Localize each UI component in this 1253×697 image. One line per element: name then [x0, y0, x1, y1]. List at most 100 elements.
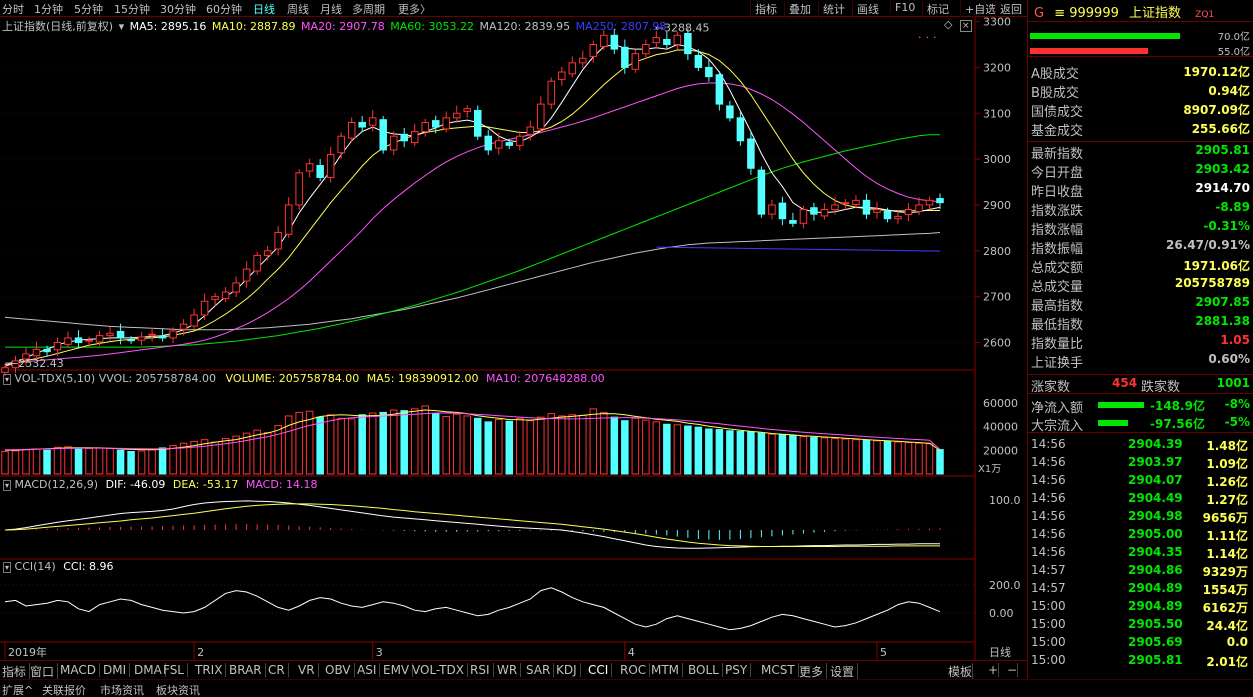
diamond-icon[interactable]: ◇ [944, 18, 952, 31]
candle-body [810, 207, 818, 215]
period-tab-9[interactable]: 多周期 [352, 1, 385, 17]
indicator-tab-21[interactable]: BOLL [688, 663, 723, 677]
volume-bar [904, 442, 913, 475]
indicator-tab-1[interactable]: 窗口 [30, 663, 59, 680]
indicator-tab-12[interactable]: EMV [383, 663, 414, 677]
tool-button-3[interactable]: 画线 [852, 1, 879, 17]
tick-time: 15:00 [1031, 617, 1066, 631]
indicator-tab-10[interactable]: OBV [325, 663, 355, 677]
candle-body [831, 204, 839, 211]
period-tab-8[interactable]: 月线 [320, 1, 342, 17]
volume-bar [242, 432, 251, 475]
period-tab-0[interactable]: 分时 [2, 1, 24, 17]
indicator-tab-9[interactable]: VR [298, 663, 319, 677]
tool-button-2[interactable]: 统计 [818, 1, 845, 17]
quote-row-label: 基金成交 [1031, 124, 1084, 139]
down-count-label: 跌家数 [1141, 380, 1181, 395]
indicator-tab-8[interactable]: CR [268, 663, 289, 677]
period-tab-7[interactable]: 周线 [287, 1, 309, 17]
indicator-tab-19[interactable]: ROC [620, 663, 651, 677]
cci-collapse-icon[interactable]: ▾ [3, 562, 12, 573]
tick-price: 2905.50 [1128, 617, 1183, 631]
tool-button-1[interactable]: 叠加 [784, 1, 811, 17]
candle-body [179, 323, 188, 330]
indicator-tab-18[interactable]: CCI [588, 663, 613, 677]
candle-body [925, 199, 934, 206]
collapse-icon[interactable]: ▾ [119, 20, 125, 33]
indicator-tab-17[interactable]: KDJ [556, 663, 581, 677]
window-close-icon[interactable]: × [959, 20, 972, 32]
indicator-tab-15[interactable]: WR [497, 663, 522, 677]
bottom-tab-3[interactable]: 板块资讯 [156, 682, 200, 697]
macd-collapse-icon[interactable]: ▾ [3, 480, 12, 491]
indicator-tab-11[interactable]: ASI [357, 663, 381, 677]
volume-bar [11, 450, 20, 475]
indicator-tab-3[interactable]: DMI [103, 663, 131, 677]
tool-button-5[interactable]: 标记 [922, 1, 949, 17]
tool-button-6[interactable]: +自选 [960, 1, 996, 17]
price-axis-label: 3000 [983, 153, 1011, 166]
tick-row: 15:00 2905.50 24.4亿 [1028, 617, 1253, 635]
tick-time: 14:57 [1031, 563, 1066, 577]
candle-body [127, 339, 135, 342]
indicator-tab-5[interactable]: FSL [163, 663, 188, 677]
bar1-label: 70.0亿 [1217, 32, 1250, 43]
period-tab-4[interactable]: 30分钟 [160, 1, 196, 17]
macd-dea-line [4, 503, 940, 547]
indicator-tab-22[interactable]: PSY [725, 663, 752, 677]
indicator-tab-6[interactable]: TRIX [195, 663, 227, 677]
volume-label: VOLUME: 205758784.00 [225, 372, 360, 385]
tick-price: 2904.07 [1128, 473, 1183, 487]
vol-collapse-icon[interactable]: ▾ [3, 374, 12, 385]
template-tab-1[interactable]: + [988, 663, 1000, 677]
period-tab-6[interactable]: 日线 [253, 1, 275, 17]
tool-button-7[interactable]: 返回 [995, 1, 1022, 17]
bottom-tab-0[interactable]: 扩展^ [2, 682, 33, 697]
indicator-tab-13[interactable]: VOL-TDX [412, 663, 468, 677]
period-tab-5[interactable]: 60分钟 [206, 1, 242, 17]
template-tab-2[interactable]: − [1007, 663, 1019, 677]
quote-row-label: B股成交 [1031, 86, 1079, 101]
bottom-tab-2[interactable]: 市场资讯 [100, 682, 144, 697]
candle-body [431, 120, 440, 128]
indicator-tab-16[interactable]: SAR [526, 663, 555, 677]
indicator-tab-20[interactable]: MTM [651, 663, 684, 677]
tick-price: 2905.00 [1128, 527, 1183, 541]
tick-volume: 1554万 [1202, 583, 1248, 597]
tool-button-4[interactable]: F10 [890, 1, 915, 14]
period-tab-3[interactable]: 15分钟 [114, 1, 150, 17]
indicator-tab-0[interactable]: 指标 [2, 663, 31, 680]
indicator-tab-4[interactable]: DMA [134, 663, 166, 677]
indicator-tab-2[interactable]: MACD [60, 663, 100, 677]
kline-svg[interactable]: 33003200310030002900280027002600←3288.45… [0, 17, 1027, 660]
volume-bar [547, 413, 556, 475]
bottom-tab-1[interactable]: 关联报价 [42, 682, 86, 697]
quote-row-value: 1.05 [1220, 333, 1250, 347]
indicator-tab-24[interactable]: 更多 [799, 663, 828, 680]
chart-area[interactable]: 3300 3200 3100 3000 2900 2800 2700 2600 ←3288.45… [0, 17, 1027, 660]
candle-body [232, 282, 240, 293]
candle-body [64, 337, 72, 345]
volume-bar [1, 450, 9, 475]
period-tab-1[interactable]: 1分钟 [34, 1, 63, 17]
cci-line [4, 587, 941, 631]
indicator-tab-14[interactable]: RSI [470, 663, 494, 677]
tick-volume: 1.14亿 [1206, 547, 1248, 561]
vol-ma10-label: MA10: 207648288.00 [485, 372, 605, 385]
candle-body [652, 37, 661, 44]
volume-bar [22, 449, 30, 475]
volume-bar [347, 418, 356, 475]
quote-row-value: 26.47/0.91% [1166, 238, 1250, 252]
tick-row: 14:56 2904.98 9656万 [1028, 509, 1253, 527]
period-tab-2[interactable]: 5分钟 [74, 1, 103, 17]
volume-axis-label: 20000 [983, 444, 1018, 457]
quote-name: 上证指数 [1129, 6, 1182, 21]
candle-body [841, 202, 850, 205]
template-tab-0[interactable]: 模板 [948, 663, 974, 680]
indicator-tab-25[interactable]: 设置 [830, 663, 859, 680]
indicator-tab-7[interactable]: BRAR [229, 663, 266, 677]
period-tab-10[interactable]: 更多〉 [398, 1, 431, 17]
ma20-label: MA20: 2907.78 [301, 20, 385, 33]
tool-button-0[interactable]: 指标 [750, 1, 777, 17]
indicator-tab-23[interactable]: MCST [761, 663, 799, 677]
